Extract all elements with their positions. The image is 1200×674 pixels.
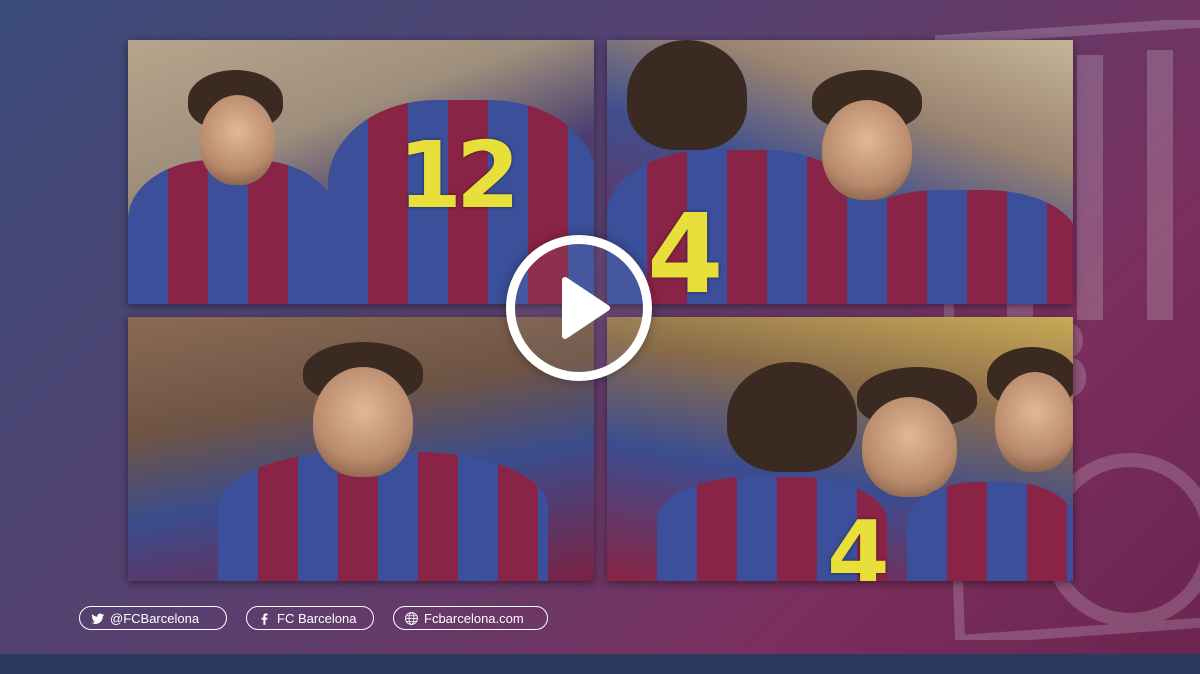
jersey-number: 4 — [827, 502, 890, 581]
teammate-2-face — [995, 372, 1073, 472]
photo-tile-4: 4 — [607, 317, 1073, 581]
jersey-number: 4 — [647, 190, 724, 304]
teammate-2-shirt — [907, 482, 1073, 581]
twitter-icon — [91, 613, 105, 624]
facebook-icon — [261, 613, 268, 625]
player-face — [313, 367, 413, 477]
player-face — [200, 95, 275, 185]
twitter-handle-badge[interactable]: @FCBarcelona — [79, 606, 227, 630]
teammate-hair — [727, 362, 857, 472]
twitter-handle-label: @FCBarcelona — [110, 610, 200, 626]
teammate-hair — [627, 40, 747, 150]
website-badge[interactable]: Fcbarcelona.com — [393, 606, 548, 630]
player-shirt — [847, 190, 1073, 304]
photo-tile-2: 4 — [607, 40, 1073, 304]
jersey-number: 12 — [398, 122, 520, 229]
facebook-page-label: FC Barcelona — [277, 610, 357, 626]
player-face — [822, 100, 912, 200]
play-icon — [562, 277, 610, 339]
bottom-bar — [0, 654, 1200, 674]
facebook-page-badge[interactable]: FC Barcelona — [246, 606, 374, 630]
globe-icon — [405, 611, 418, 625]
website-label: Fcbarcelona.com — [424, 610, 524, 626]
player-face — [862, 397, 957, 497]
play-button[interactable] — [506, 235, 652, 381]
